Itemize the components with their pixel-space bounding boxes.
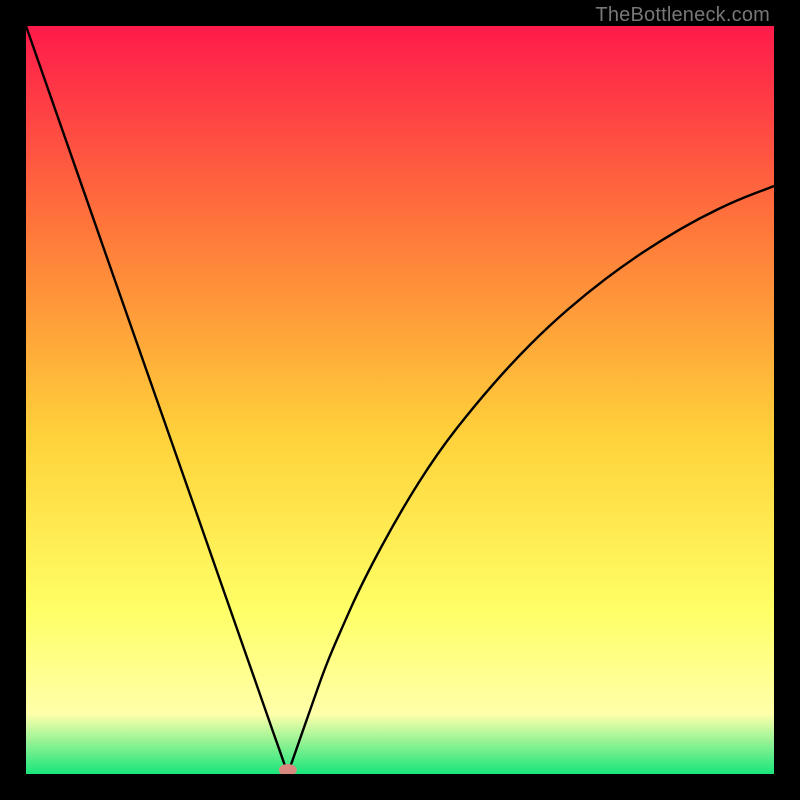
watermark-text: TheBottleneck.com — [595, 4, 770, 27]
chart-frame — [26, 26, 774, 774]
gradient-background — [26, 26, 774, 774]
bottleneck-chart — [26, 26, 774, 774]
